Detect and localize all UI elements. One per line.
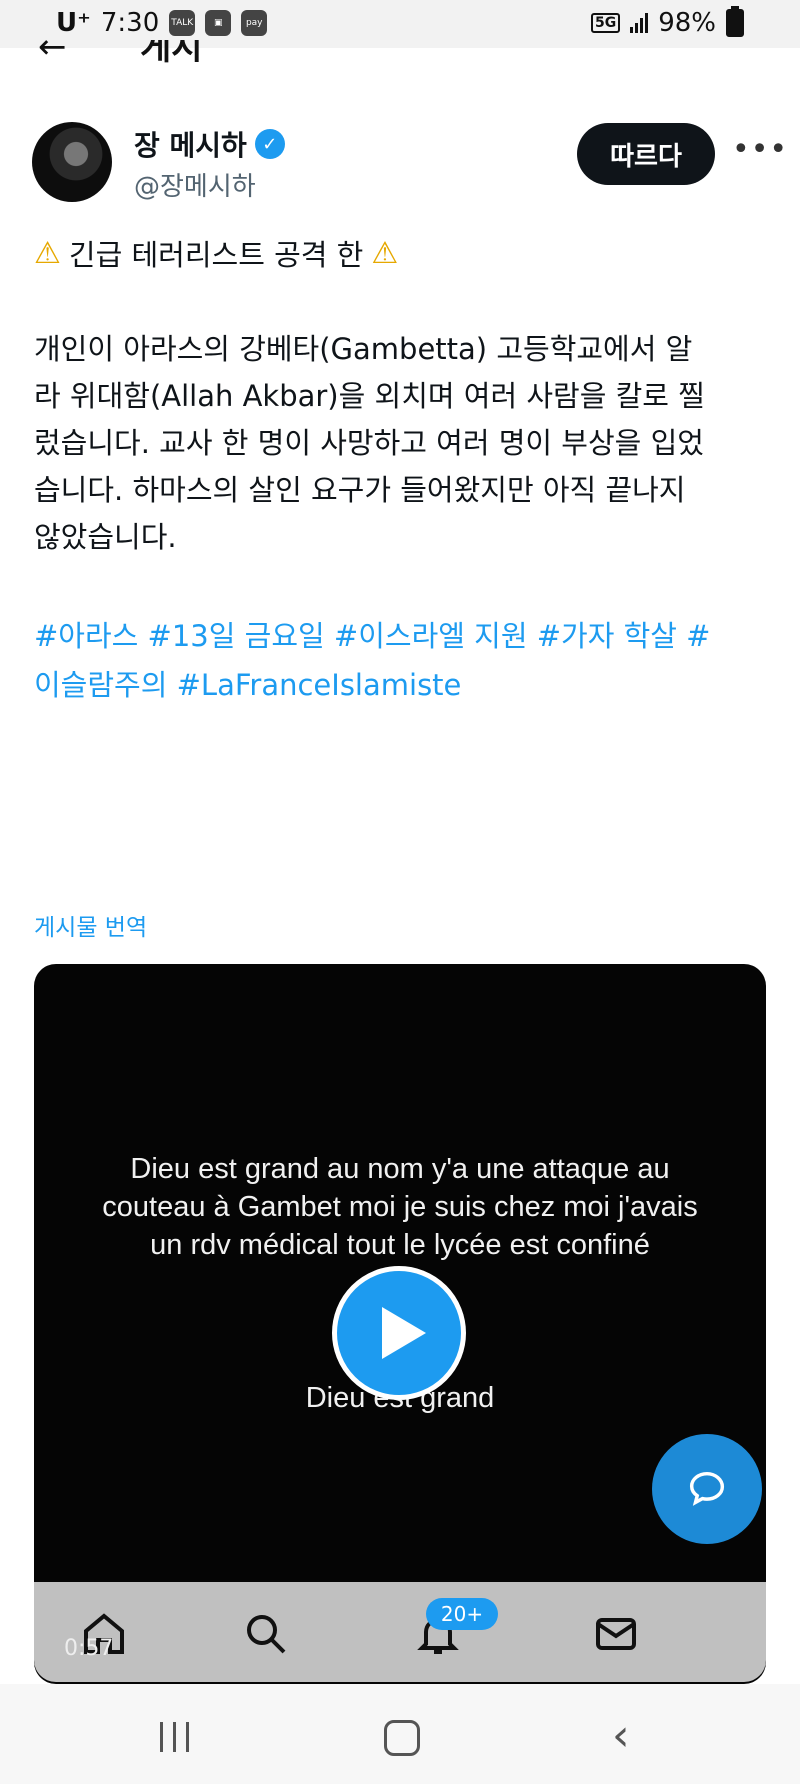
caption-line: couteau à Gambet moi je suis chez moi j'…: [102, 1191, 698, 1223]
signal-icon: [630, 13, 649, 33]
gallery-icon: ▣: [205, 10, 232, 36]
avatar[interactable]: [32, 122, 112, 202]
recent-apps-icon[interactable]: [160, 1722, 189, 1752]
author-name-row[interactable]: 장 메시하 ✓: [134, 124, 285, 164]
hashtag-line[interactable]: #아라스 #13일 금요일 #이스라엘 지원 #가자 학살 #: [34, 612, 774, 661]
kakaotalk-icon: TALK: [169, 10, 196, 36]
back-button-icon[interactable]: ‹: [612, 1710, 630, 1761]
tweet-body-line: 않았습니다.: [34, 520, 177, 554]
hashtags[interactable]: #아라스 #13일 금요일 #이스라엘 지원 #가자 학살 # 이슬람주의 #L…: [34, 612, 774, 710]
verified-badge-icon: ✓: [254, 129, 285, 159]
messages-tab[interactable]: [592, 1610, 642, 1660]
messages-fab[interactable]: [652, 1434, 762, 1544]
search-icon: [247, 1615, 286, 1654]
follow-button[interactable]: 따르다: [577, 123, 715, 185]
play-icon: [382, 1307, 426, 1359]
status-left: U⁺ 7:30 TALK ▣ pay: [56, 8, 268, 38]
headline-text: 긴급 테러리스트 공격 한: [68, 238, 364, 272]
warning-icon: ⚠: [34, 235, 61, 271]
mail-icon: [596, 1618, 636, 1650]
tweet-headline: ⚠ 긴급 테러리스트 공격 한 ⚠: [34, 232, 398, 274]
tweet-body-line: 렀습니다. 교사 한 명이 사망하고 여러 명이 부상을 입었: [34, 426, 704, 460]
top-header: ← 게시: [0, 40, 800, 68]
caption-line: un rdv médical tout le lycée est confiné: [150, 1229, 650, 1261]
system-nav-bar: ‹: [0, 1684, 800, 1784]
tweet-body-line: 습니다. 하마스의 살인 요구가 들어왔지만 아직 끝나지: [34, 473, 686, 507]
pay-icon: pay: [241, 10, 268, 36]
caption-line: Dieu est grand au nom y'a une attaque au: [130, 1153, 670, 1185]
battery-icon: [726, 6, 744, 37]
video-timestamp: 0:57: [64, 1636, 114, 1661]
video-caption: Dieu est grand au nom y'a une attaque au…: [34, 1150, 766, 1264]
bottom-tab-bar: [34, 1582, 766, 1682]
battery-percent: 98%: [658, 8, 716, 38]
header-title: 게시: [140, 40, 203, 68]
chat-bubble-icon: [689, 1471, 725, 1506]
tweet-body: 개인이 아라스의 강베타(Gambetta) 고등학교에서 알 라 위대함(Al…: [34, 326, 764, 561]
network-icon: 5G: [590, 13, 621, 33]
more-options-icon[interactable]: •••: [732, 132, 788, 167]
carrier-label: U⁺: [56, 8, 91, 38]
clock: 7:30: [100, 8, 160, 38]
status-right: 5G 98%: [590, 6, 744, 38]
play-button[interactable]: [332, 1266, 466, 1400]
author-name[interactable]: 장 메시하: [134, 124, 247, 164]
hashtag-line[interactable]: 이슬람주의 #LaFranceIslamiste: [34, 661, 774, 710]
notifications-badge: 20+: [426, 1598, 498, 1630]
home-button-icon[interactable]: [384, 1720, 420, 1756]
author-handle[interactable]: @장메시하: [134, 166, 256, 203]
tweet-body-line: 라 위대함(Allah Akbar)을 외치며 여러 사람을 칼로 찔: [34, 379, 705, 413]
search-tab[interactable]: [242, 1610, 292, 1660]
tweet-body-line: 개인이 아라스의 강베타(Gambetta) 고등학교에서 알: [34, 332, 693, 366]
arrow-left-icon[interactable]: ←: [38, 40, 67, 64]
warning-icon: ⚠: [371, 235, 399, 271]
translate-post-link[interactable]: 게시물 번역: [34, 908, 147, 942]
